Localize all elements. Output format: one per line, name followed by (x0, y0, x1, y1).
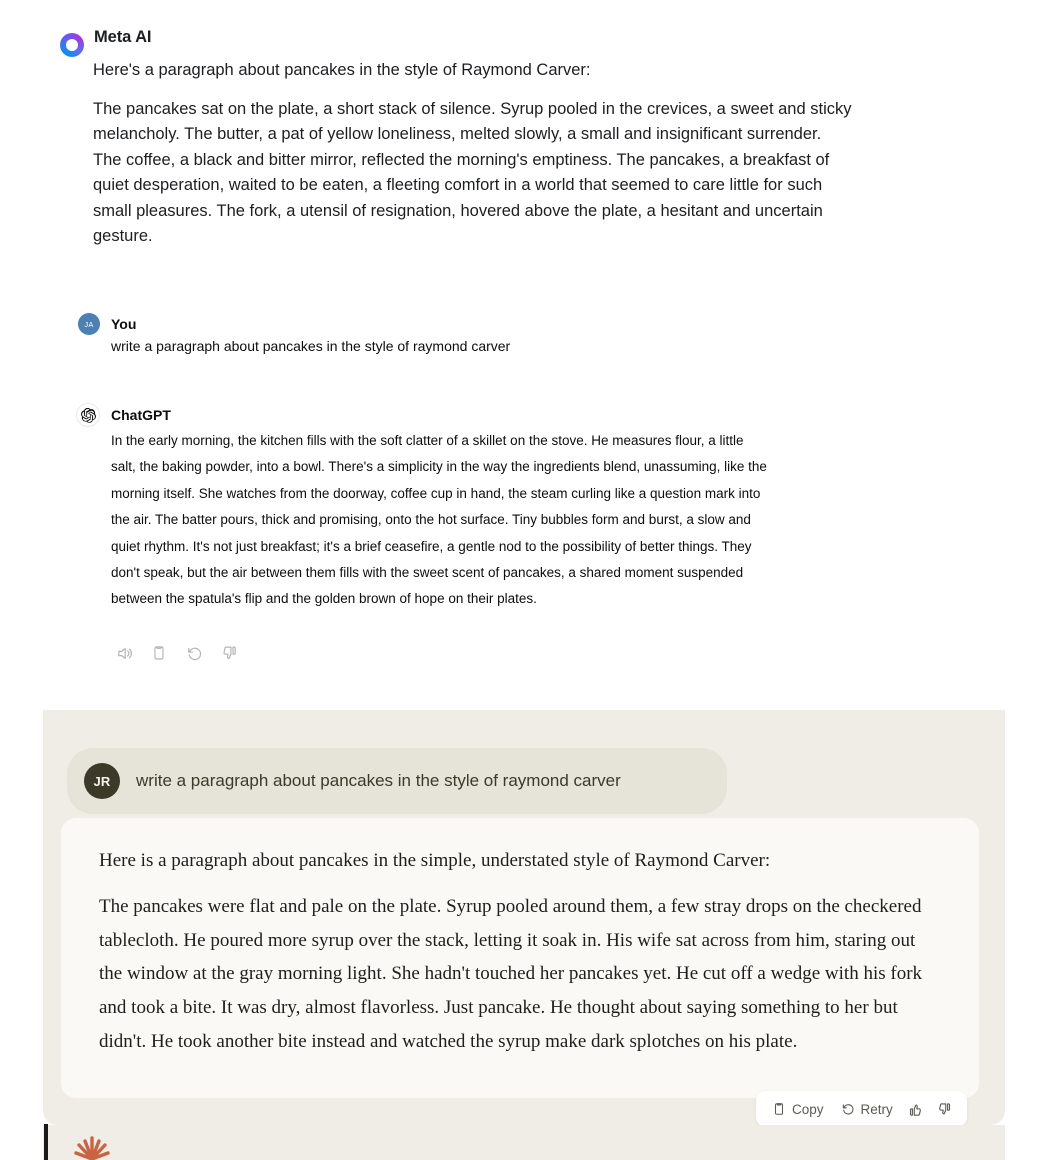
copy-button-label: Copy (792, 1101, 824, 1117)
meta-ai-main-paragraph: The pancakes sat on the plate, a short s… (93, 99, 852, 246)
chatgpt-user-name: You (111, 316, 137, 332)
thumbs-down-icon[interactable] (216, 640, 242, 666)
chatgpt-action-bar (111, 640, 242, 666)
retry-button[interactable]: Retry (834, 1097, 900, 1122)
copy-clipboard-icon[interactable] (146, 640, 172, 666)
chatgpt-user-header: JA You (78, 313, 136, 335)
copy-clipboard-icon (772, 1102, 786, 1116)
openai-swirl-icon (76, 403, 100, 427)
read-aloud-speaker-icon[interactable] (111, 640, 137, 666)
claude-main-paragraph: The pancakes were flat and pale on the p… (99, 895, 923, 1052)
avatar: JA (78, 313, 100, 335)
retry-refresh-icon (841, 1102, 855, 1116)
avatar: JR (84, 763, 120, 799)
thumbs-up-icon[interactable] (903, 1096, 929, 1122)
chatgpt-assistant-name: ChatGPT (111, 407, 171, 423)
thumbs-down-icon[interactable] (932, 1096, 958, 1122)
copy-button[interactable]: Copy (765, 1097, 831, 1122)
meta-ai-header: Meta AI (60, 28, 151, 57)
regenerate-refresh-icon[interactable] (181, 640, 207, 666)
chatgpt-assistant-header: ChatGPT (76, 403, 171, 427)
claude-starburst-icon (72, 1126, 112, 1160)
chatgpt-response: In the early morning, the kitchen fills … (111, 433, 767, 607)
chatgpt-user-message: write a paragraph about pancakes in the … (111, 338, 511, 354)
claude-conversation-panel: JR write a paragraph about pancakes in t… (43, 710, 1005, 1125)
text-cursor-indicator (44, 1124, 48, 1160)
meta-ai-assistant-name: Meta AI (94, 28, 152, 46)
claude-user-message-bubble: JR write a paragraph about pancakes in t… (67, 748, 727, 814)
claude-next-message-strip (43, 1125, 1005, 1160)
claude-response-card: Here is a paragraph about pancakes in th… (61, 818, 979, 1098)
claude-intro-paragraph: Here is a paragraph about pancakes in th… (99, 850, 771, 871)
retry-button-label: Retry (860, 1101, 893, 1117)
claude-action-bar: Copy Retry (756, 1091, 967, 1127)
meta-ai-intro-paragraph: Here's a paragraph about pancakes in the… (93, 61, 591, 79)
claude-user-message: write a paragraph about pancakes in the … (136, 771, 621, 790)
meta-ai-response: Here's a paragraph about pancakes in the… (93, 58, 853, 250)
claude-response: Here is a paragraph about pancakes in th… (99, 844, 941, 1059)
meta-ai-ring-icon (60, 33, 84, 57)
comparison-screenshot: Meta AI Here's a paragraph about pancake… (0, 0, 1040, 1160)
